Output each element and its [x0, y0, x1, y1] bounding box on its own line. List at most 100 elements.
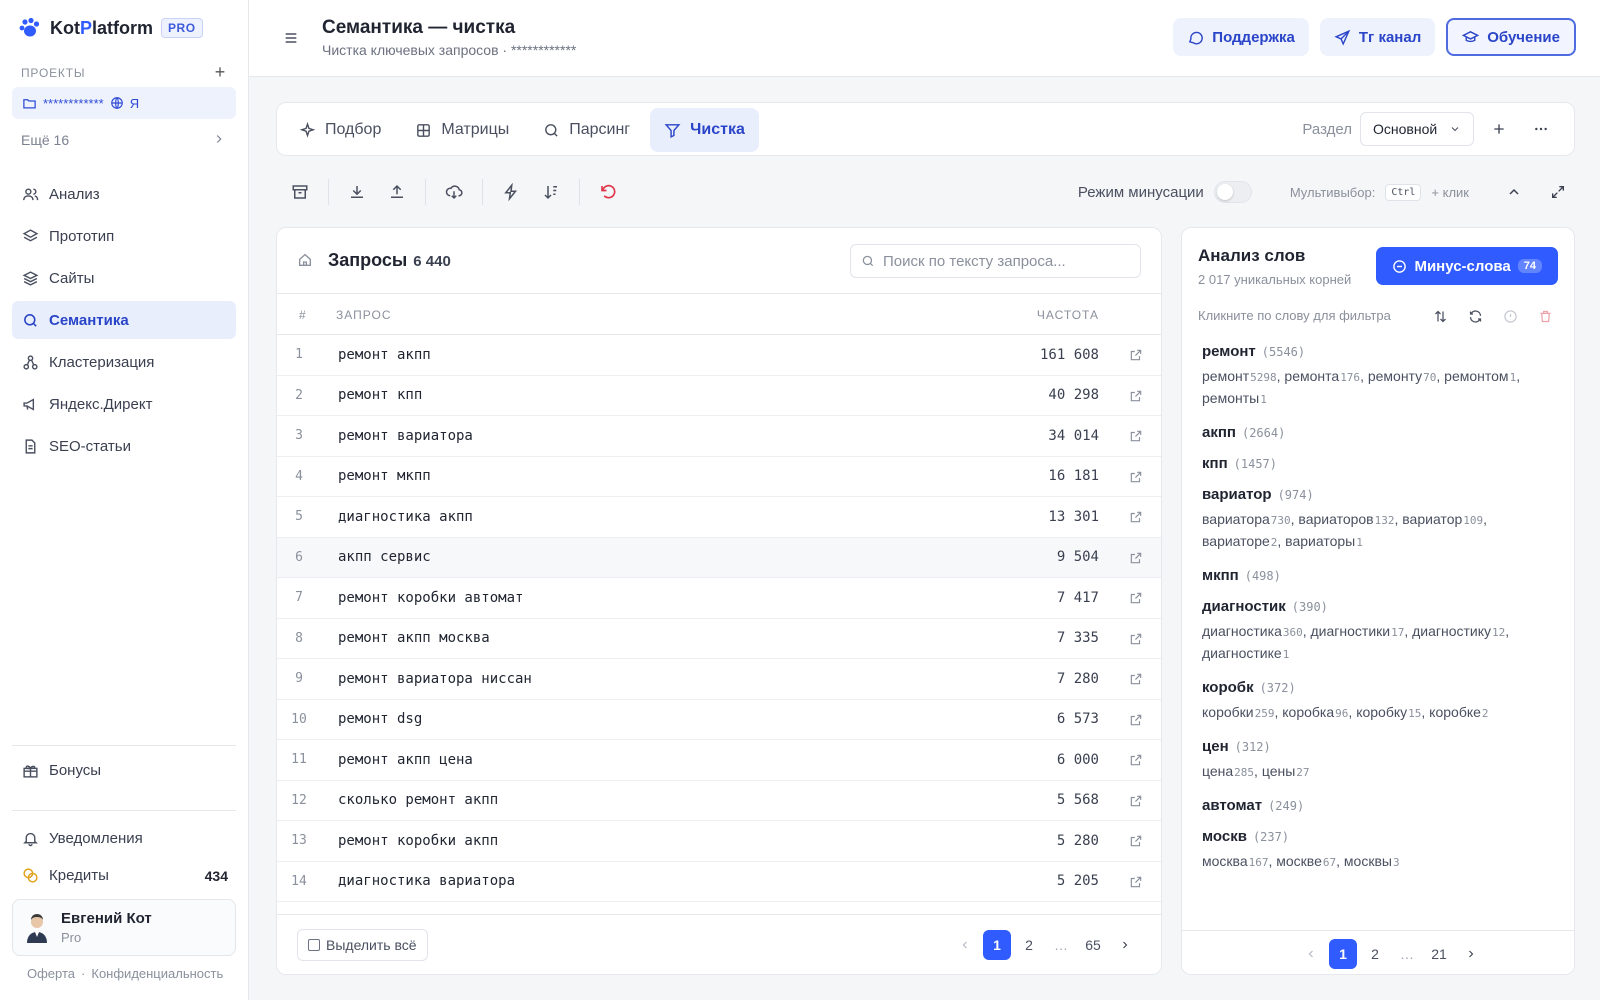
export-button[interactable] [377, 174, 417, 210]
more-projects[interactable]: Ещё 16 [21, 132, 226, 148]
nav-item-seo-articles[interactable]: SEO-статьи [12, 427, 236, 465]
word-form[interactable]: вариатора730 [1202, 511, 1291, 527]
external-link-icon[interactable] [1129, 389, 1143, 403]
more-options-button[interactable] [1524, 112, 1558, 146]
minus-mode-toggle[interactable] [1213, 181, 1252, 203]
page-button[interactable]: 65 [1079, 930, 1107, 960]
word-form[interactable]: ремонт5298 [1202, 368, 1277, 384]
tab-matrices[interactable]: Матрицы [401, 108, 523, 152]
table-row[interactable]: 9 ремонт вариатора ниссан 7 280 [277, 659, 1161, 700]
external-link-icon[interactable] [1129, 348, 1143, 362]
word-form[interactable]: москва167 [1202, 853, 1268, 869]
word-form[interactable]: ремонты1 [1202, 390, 1267, 406]
privacy-link[interactable]: Конфиденциальность [91, 966, 223, 981]
next-page-button[interactable] [1111, 930, 1139, 960]
word-sort-button[interactable] [1424, 300, 1457, 332]
word-info-button[interactable] [1494, 300, 1527, 332]
collapse-button[interactable] [1497, 175, 1531, 209]
word-form[interactable]: вариаторе2 [1202, 533, 1277, 549]
word-form[interactable]: коробки259 [1202, 704, 1274, 720]
word-form[interactable]: вариаторы1 [1285, 533, 1363, 549]
minus-words-button[interactable]: Минус-слова 74 [1376, 247, 1558, 285]
word-form[interactable]: москве67 [1276, 853, 1336, 869]
table-row[interactable]: 5 диагностика акпп 13 301 [277, 497, 1161, 538]
table-row[interactable]: 3 ремонт вариатора 34 014 [277, 416, 1161, 457]
external-link-icon[interactable] [1129, 510, 1143, 524]
external-link-icon[interactable] [1129, 470, 1143, 484]
prev-page-button[interactable] [1297, 939, 1325, 969]
tab-selection[interactable]: Подбор [285, 108, 395, 152]
word-form[interactable]: коробку15 [1356, 704, 1421, 720]
table-row[interactable]: 2 ремонт кпп 40 298 [277, 376, 1161, 416]
table-row[interactable]: 8 ремонт акпп москва 7 335 [277, 619, 1161, 659]
external-link-icon[interactable] [1129, 713, 1143, 727]
external-link-icon[interactable] [1129, 753, 1143, 767]
prev-page-button[interactable] [951, 930, 979, 960]
nav-item-sites[interactable]: Сайты [12, 259, 236, 297]
expand-button[interactable] [1541, 175, 1575, 209]
table-row[interactable]: 14 диагностика вариатора 5 205 [277, 862, 1161, 902]
query-search[interactable] [850, 244, 1141, 278]
brand[interactable]: KotPlatform PRO [18, 16, 203, 40]
nav-item-semantics[interactable]: Семантика [12, 301, 236, 339]
word-root-header[interactable]: москв (237) [1202, 828, 1558, 845]
word-form[interactable]: ремонта176 [1284, 368, 1360, 384]
offer-link[interactable]: Оферта [27, 966, 75, 981]
bonuses-link[interactable]: Бонусы [22, 762, 101, 779]
table-row[interactable]: 1 ремонт акпп 161 608 [277, 335, 1161, 376]
tab-parsing[interactable]: Парсинг [529, 108, 644, 152]
word-root-header[interactable]: коробк (372) [1202, 679, 1558, 696]
word-form[interactable]: москвы3 [1344, 853, 1400, 869]
tab-cleaning[interactable]: Чистка [650, 108, 759, 152]
word-refresh-button[interactable] [1459, 300, 1492, 332]
external-link-icon[interactable] [1129, 875, 1143, 889]
credits-row[interactable]: Кредиты 434 [22, 867, 228, 884]
word-form[interactable]: ремонтом1 [1444, 368, 1516, 384]
word-form[interactable]: коробка96 [1282, 704, 1348, 720]
next-page-button[interactable] [1457, 939, 1485, 969]
telegram-button[interactable]: Тг канал [1319, 18, 1436, 56]
word-form[interactable]: диагностика360 [1202, 623, 1303, 639]
external-link-icon[interactable] [1129, 632, 1143, 646]
menu-icon[interactable] [283, 30, 299, 46]
nav-item-clustering[interactable]: Кластеризация [12, 343, 236, 381]
learning-button[interactable]: Обучение [1446, 18, 1576, 56]
archive-button[interactable] [280, 174, 320, 210]
external-link-icon[interactable] [1129, 672, 1143, 686]
word-root-header[interactable]: вариатор (974) [1202, 486, 1558, 503]
word-form[interactable]: цена285 [1202, 763, 1254, 779]
word-form[interactable]: диагностики17 [1311, 623, 1405, 639]
add-project-plus-icon[interactable]: + [215, 62, 226, 83]
page-button[interactable]: 1 [983, 930, 1011, 960]
current-project[interactable]: ************ Я [12, 87, 236, 119]
import-button[interactable] [337, 174, 377, 210]
sort-button[interactable] [531, 174, 571, 210]
word-form[interactable]: диагностику12 [1412, 623, 1505, 639]
word-root-header[interactable]: акпп (2664) [1202, 424, 1558, 441]
external-link-icon[interactable] [1129, 834, 1143, 848]
word-root-header[interactable]: диагностик (390) [1202, 598, 1558, 615]
table-row[interactable]: 6 акпп сервис 9 504 [277, 537, 1161, 578]
table-row[interactable]: 12 сколько ремонт акпп 5 568 [277, 781, 1161, 821]
word-root-header[interactable]: кпп (1457) [1202, 455, 1558, 472]
word-form[interactable]: цены27 [1262, 763, 1310, 779]
word-form[interactable]: вариатор109 [1402, 511, 1483, 527]
external-link-icon[interactable] [1129, 794, 1143, 808]
user-card[interactable]: Евгений Кот Pro [12, 899, 236, 956]
reset-button[interactable] [588, 174, 628, 210]
word-root-header[interactable]: автомат (249) [1202, 797, 1558, 814]
table-row[interactable]: 13 ремонт коробки акпп 5 280 [277, 821, 1161, 862]
word-root-header[interactable]: ремонт (5546) [1202, 343, 1558, 360]
table-row[interactable]: 7 ремонт коробки автомат 7 417 [277, 578, 1161, 619]
page-button[interactable]: 2 [1015, 930, 1043, 960]
table-row[interactable]: 10 ремонт dsg 6 573 [277, 700, 1161, 740]
nav-item-analysis[interactable]: Анализ [12, 175, 236, 213]
external-link-icon[interactable] [1129, 551, 1143, 565]
table-row[interactable]: 4 ремонт мкпп 16 181 [277, 457, 1161, 497]
word-form[interactable]: диагностике1 [1202, 645, 1289, 661]
external-link-icon[interactable] [1129, 429, 1143, 443]
cloud-download-button[interactable] [434, 174, 474, 210]
page-button[interactable]: 21 [1425, 939, 1453, 969]
section-select[interactable]: Основной [1360, 112, 1474, 146]
word-root-header[interactable]: цен (312) [1202, 738, 1558, 755]
